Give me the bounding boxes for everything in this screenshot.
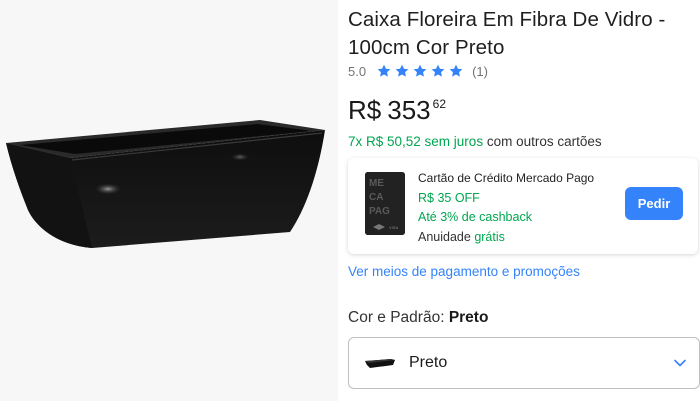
annuity-label: Anuidade (418, 229, 471, 244)
star-icon (395, 64, 409, 77)
review-count: (1) (472, 63, 488, 79)
product-image (6, 120, 325, 248)
variant-thumbnail (365, 359, 395, 368)
star-icon (377, 64, 391, 77)
installments-rest: com outros cartões (486, 134, 602, 149)
price: R$ 353 62 (348, 94, 446, 128)
installments-highlight: 7x R$ 50,52 sem juros (348, 134, 484, 149)
variant-selected-value: Preto (448, 309, 489, 326)
price-cents: 62 (432, 97, 446, 111)
installments-info: 7x R$ 50,52 sem juros com outros cartões (348, 133, 602, 151)
variant-label: Cor e Padrão: Preto (348, 309, 488, 327)
product-image-panel[interactable] (0, 0, 338, 401)
price-integer: 353 (387, 95, 431, 125)
card-art-line-3: PAG (369, 206, 390, 217)
card-art: ME CA PAG VISA (365, 172, 405, 235)
product-info: Caixa Floreira Em Fibra De Vidro - 100cm… (348, 0, 700, 401)
product-title: Caixa Floreira Em Fibra De Vidro - 100cm… (348, 8, 666, 59)
mercado-pago-card-image: ME CA PAG VISA (365, 172, 405, 235)
chevron-down-icon (674, 359, 686, 367)
card-offer-discount: R$ 35 OFF (418, 190, 480, 205)
star-icon (449, 64, 463, 77)
rating-score: 5.0 (348, 63, 367, 79)
card-art-line-1: ME (369, 178, 384, 189)
card-offer-annuity: Anuidade grátis (418, 228, 594, 248)
rating-summary[interactable]: 5.0 (1) (348, 62, 488, 80)
color-variant-select[interactable]: Preto (348, 337, 700, 389)
credit-card-offer: ME CA PAG VISA Cartão de Crédito Mercado… (348, 158, 698, 254)
color-variant-value: Preto (409, 354, 448, 371)
card-offer-cashback: Até 3% de cashback (418, 210, 532, 224)
variant-label-text: Cor e Padrão: (348, 309, 445, 326)
product-page: Caixa Floreira Em Fibra De Vidro - 100cm… (0, 0, 700, 401)
card-offer-title: Cartão de Crédito Mercado Pago (418, 171, 595, 185)
card-art-line-2: CA (369, 192, 383, 203)
payment-methods-link[interactable]: Ver meios de pagamento e promoções (348, 264, 580, 279)
annuity-value: grátis (474, 229, 505, 244)
request-card-button[interactable]: Pedir (625, 187, 683, 220)
card-art-visa: VISA (389, 225, 398, 230)
star-icon (413, 64, 427, 77)
price-currency: R$ (348, 95, 382, 125)
star-icon (431, 64, 445, 77)
rating-stars (376, 63, 464, 79)
card-offer-details: Cartão de Crédito Mercado Pago R$ 35 OFF… (418, 169, 594, 247)
